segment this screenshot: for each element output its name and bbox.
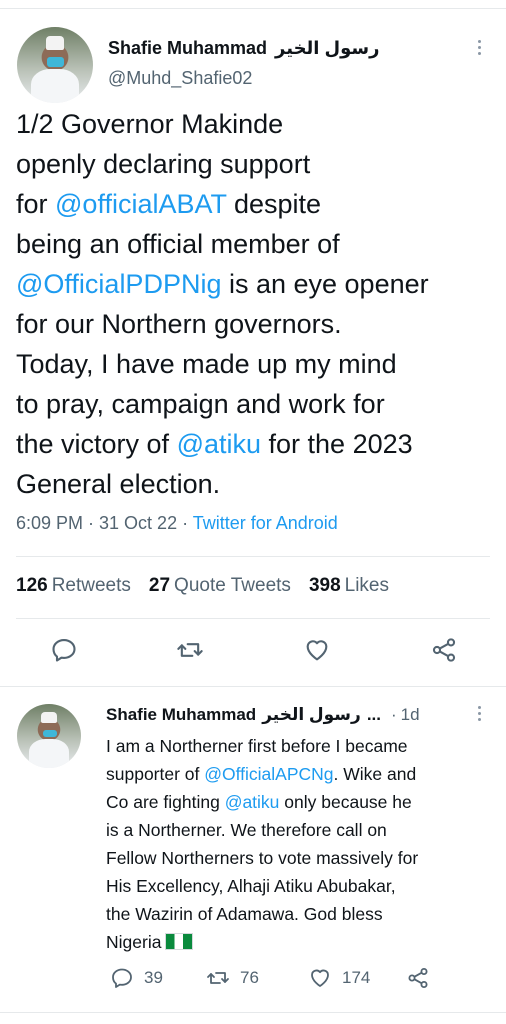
- text-segment: despite: [226, 189, 322, 219]
- reply-count: 39: [144, 968, 163, 987]
- share-icon[interactable]: [430, 636, 458, 664]
- mention-link[interactable]: @officialABAT: [55, 189, 226, 219]
- text-line: 1/2 Governor Makinde: [16, 104, 496, 144]
- nigeria-flag-emoji: [165, 933, 194, 950]
- retweets-stat[interactable]: 126 Retweets: [16, 575, 131, 597]
- more-icon[interactable]: [476, 706, 482, 721]
- text-line: Co are fighting @atiku only because he: [106, 788, 496, 816]
- text-segment: I am a Northerner first before I became: [106, 736, 408, 756]
- text-segment: 1/2 Governor Makinde: [16, 109, 284, 139]
- likes-stat[interactable]: 398 Likes: [309, 575, 389, 597]
- tweet-actions: [0, 636, 506, 672]
- author-name[interactable]: Shafie Muhammad: [108, 38, 267, 59]
- text-segment: for the 2023: [261, 429, 413, 459]
- text-segment: . Wike and: [333, 764, 417, 784]
- mention-link[interactable]: @OfficialAPCNg: [204, 764, 333, 784]
- text-segment: to pray, campaign and work for: [16, 389, 385, 419]
- text-segment: Today, I have made up my mind: [16, 349, 397, 379]
- reply-timestamp[interactable]: 1d: [401, 705, 420, 725]
- reply-header: Shafie Muhammad رسول الخير ... · 1d: [106, 705, 420, 725]
- text-line: I am a Northerner first before I became: [106, 732, 496, 760]
- mention-link[interactable]: @atiku: [225, 792, 280, 812]
- reply-actions: 39 76 174: [106, 966, 506, 994]
- text-line: Fellow Northerners to vote massively for: [106, 844, 496, 872]
- text-segment: is a Northerner. We therefore call on: [106, 820, 387, 840]
- reply-author-name[interactable]: Shafie Muhammad: [106, 705, 256, 725]
- text-line: General election.: [16, 464, 496, 504]
- text-segment: the victory of: [16, 429, 177, 459]
- reply-icon[interactable]: [110, 966, 134, 990]
- text-line: Today, I have made up my mind: [16, 344, 496, 384]
- text-segment: openly declaring support: [16, 149, 311, 179]
- divider: [16, 556, 490, 557]
- text-line: @OfficialPDPNig is an eye opener: [16, 264, 496, 304]
- tweet-source[interactable]: Twitter for Android: [193, 513, 338, 533]
- reply-like-action[interactable]: 174: [308, 966, 370, 990]
- text-segment: for our Northern governors.: [16, 309, 342, 339]
- text-line: Nigeria: [106, 928, 496, 956]
- reply-body: I am a Northerner first before I became s…: [106, 732, 496, 956]
- text-line: to pray, campaign and work for: [16, 384, 496, 424]
- text-segment: for: [16, 189, 56, 219]
- tweet-stats: 126 Retweets 27 Quote Tweets 398 Likes: [16, 575, 389, 597]
- reply-author-name-arabic[interactable]: رسول الخير: [262, 705, 361, 725]
- text-segment: Co are fighting: [106, 792, 225, 812]
- text-segment: only because he: [279, 792, 412, 812]
- text-line: His Excellency, Alhaji Atiku Abubakar,: [106, 872, 496, 900]
- text-segment: supporter of: [106, 764, 205, 784]
- text-line: the victory of @atiku for the 2023: [16, 424, 496, 464]
- text-segment: His Excellency, Alhaji Atiku Abubakar,: [106, 876, 396, 896]
- text-segment: General election.: [16, 469, 221, 499]
- reply-retweet-action[interactable]: 76: [206, 966, 259, 990]
- text-line: openly declaring support: [16, 144, 496, 184]
- like-count: 174: [342, 968, 371, 987]
- divider: [16, 618, 490, 619]
- tweet-body: 1/2 Governor Makinde openly declaring sup…: [16, 104, 496, 504]
- separator-dot: ·: [391, 705, 397, 724]
- author-name-arabic[interactable]: رسول الخير: [275, 38, 379, 59]
- like-icon[interactable]: [308, 966, 332, 990]
- divider: [0, 686, 506, 687]
- more-icon[interactable]: [476, 40, 482, 55]
- text-line: for @officialABAT despite: [16, 184, 496, 224]
- reply-reply-action[interactable]: 39: [110, 966, 163, 990]
- top-divider: [0, 8, 506, 9]
- retweet-icon[interactable]: [206, 966, 230, 990]
- text-segment: Nigeria: [106, 932, 162, 952]
- text-line: supporter of @OfficialAPCNg. Wike and: [106, 760, 496, 788]
- mention-link[interactable]: @atiku: [177, 429, 261, 459]
- author-handle[interactable]: @Muhd_Shafie02: [108, 68, 252, 89]
- mention-link[interactable]: @OfficialPDPNig: [16, 269, 221, 299]
- text-segment: is an eye opener: [221, 269, 429, 299]
- text-line: the Wazirin of Adamawa. God bless: [106, 900, 496, 928]
- share-icon[interactable]: [406, 966, 430, 990]
- retweet-count: 76: [240, 968, 259, 987]
- tweet-meta: 6:09 PM · 31 Oct 22 · Twitter for Androi…: [16, 513, 338, 534]
- author-name-row[interactable]: Shafie Muhammad رسول الخير: [108, 38, 379, 59]
- text-segment: the Wazirin of Adamawa. God bless: [106, 904, 383, 924]
- author-avatar[interactable]: [17, 27, 93, 103]
- reply-author-avatar[interactable]: [17, 704, 81, 768]
- tweet-timestamp[interactable]: 6:09 PM · 31 Oct 22 ·: [16, 513, 193, 533]
- reply-icon[interactable]: [50, 636, 78, 664]
- text-line: for our Northern governors.: [16, 304, 496, 344]
- text-segment: being an official member of: [16, 229, 340, 259]
- retweet-icon[interactable]: [176, 636, 204, 664]
- text-line: being an official member of: [16, 224, 496, 264]
- text-line: is a Northerner. We therefore call on: [106, 816, 496, 844]
- quote-tweets-stat[interactable]: 27 Quote Tweets: [149, 575, 291, 597]
- bottom-divider: [0, 1012, 506, 1013]
- like-icon[interactable]: [303, 636, 331, 664]
- text-segment: Fellow Northerners to vote massively for: [106, 848, 419, 868]
- name-truncation: ...: [366, 705, 381, 724]
- reply-share-action[interactable]: [406, 966, 430, 990]
